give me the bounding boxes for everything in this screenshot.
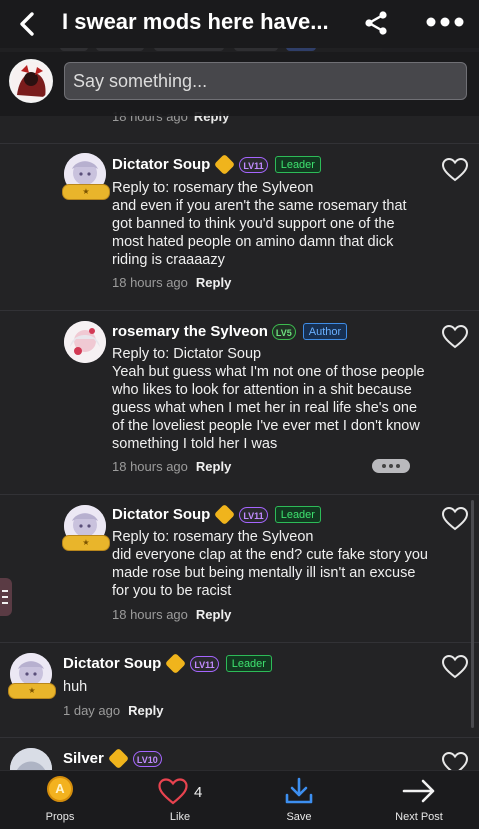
reply-link[interactable]: Reply [196, 607, 231, 622]
heart-icon [158, 778, 188, 805]
verified-badge-icon [214, 503, 236, 526]
username[interactable]: Dictator Soup [112, 156, 210, 173]
heart-outline-icon[interactable] [442, 507, 468, 531]
comment-header: Silver LV10 [63, 747, 162, 770]
level-badge: LV5 [271, 323, 296, 340]
reply-link[interactable]: Reply [196, 275, 231, 290]
page-title: I swear mods here have... [62, 9, 329, 34]
role-tag: Leader [225, 655, 272, 672]
comment-time: 1 day ago [63, 703, 121, 718]
comment-meta: 1 day ago Reply [63, 703, 164, 718]
dot-icon [382, 464, 386, 468]
reply-to-label: Reply to: Dictator Soup [112, 346, 262, 362]
heart-outline-icon[interactable] [442, 655, 468, 679]
comment-text: Yeah but guess what I'm not one of those… [112, 364, 425, 452]
comment-item: rosemary the Sylveon LV5 Author Reply to… [0, 310, 479, 494]
reply-to-label: Reply to: rosemary the Sylveon [112, 180, 314, 196]
comment-item: ★ Dictator Soup LV11 Leader huh 1 day ag… [0, 642, 479, 737]
avatar[interactable] [10, 748, 52, 771]
menu-line-icon [2, 602, 8, 604]
menu-line-icon [2, 596, 8, 598]
level-badge: LV11 [190, 655, 219, 672]
comment-text: huh [63, 679, 88, 695]
current-user-avatar[interactable] [9, 59, 53, 103]
reply-to-label: Reply to: rosemary the Sylveon [112, 529, 314, 545]
comment-time: 18 hours ago [112, 459, 188, 474]
verified-badge-icon [214, 153, 236, 176]
more-options-button[interactable] [372, 459, 410, 473]
comment-meta: 18 hours ago Reply [112, 607, 231, 622]
comment-text: and even if you aren't the same rosemary… [112, 198, 407, 268]
level-badge: LV11 [239, 156, 268, 173]
arrow-right-icon [402, 779, 435, 803]
avatar-frame-ribbon: ★ [62, 535, 110, 551]
username[interactable]: Dictator Soup [63, 655, 161, 672]
props-coin-icon: A [47, 776, 73, 802]
heart-outline-icon[interactable] [442, 158, 468, 182]
next-post-button[interactable]: Next Post [369, 771, 469, 829]
comment-meta: 18 hours ago Reply [112, 275, 231, 290]
avatar-frame-ribbon: ★ [8, 683, 56, 699]
reply-link[interactable]: Reply [196, 459, 231, 474]
role-tag: Leader [274, 506, 321, 523]
comment-meta: 18 hours ago Reply [112, 459, 231, 474]
dot-icon [396, 464, 400, 468]
save-label: Save [286, 811, 312, 823]
comment-header: Dictator Soup LV11 Leader [112, 153, 321, 176]
scrollbar[interactable] [471, 500, 474, 728]
avatar[interactable] [64, 321, 106, 363]
save-button[interactable]: Save [249, 771, 349, 829]
chevron-left-icon[interactable] [14, 10, 42, 38]
username[interactable]: Dictator Soup [112, 506, 210, 523]
reply-link[interactable]: Reply [128, 703, 163, 718]
comment-text: did everyone clap at the end? cute fake … [112, 547, 428, 599]
level-badge: LV11 [239, 506, 268, 523]
comment-header: rosemary the Sylveon LV5 Author [112, 323, 348, 340]
heart-outline-icon[interactable] [442, 752, 468, 771]
verified-badge-icon [165, 652, 187, 675]
comment-body: Reply to: Dictator Soup Yeah but guess w… [112, 345, 428, 453]
next-post-label: Next Post [395, 811, 443, 823]
share-icon[interactable] [363, 10, 389, 36]
avatar-frame-ribbon: ★ [62, 184, 110, 200]
props-button[interactable]: A Props [10, 771, 110, 829]
comment-body: Reply to: rosemary the Sylveon did every… [112, 528, 428, 600]
role-tag: Author [302, 323, 348, 340]
level-badge: LV10 [132, 750, 162, 767]
comment-composer [0, 52, 479, 116]
username[interactable]: rosemary the Sylveon [112, 323, 268, 340]
comment-header: Dictator Soup LV11 Leader [112, 503, 321, 526]
dot-icon [389, 464, 393, 468]
comment-item: ★ Dictator Soup LV11 Leader Reply to: ro… [0, 494, 479, 642]
bottom-action-bar: A Props 4 Like Save Next Post [0, 770, 479, 829]
like-label: Like [169, 811, 191, 823]
comment-time: 18 hours ago [112, 607, 188, 622]
avatar-art-icon [11, 61, 51, 101]
menu-line-icon [2, 590, 8, 592]
anime-avatar-icon [64, 321, 106, 363]
comment-item: ★ Dictator Soup LV11 Leader Reply to: ro… [0, 143, 479, 310]
download-icon [285, 777, 313, 804]
like-button[interactable]: 4 Like [130, 771, 230, 829]
comment-item: Silver LV10 [0, 737, 479, 771]
comment-input[interactable] [64, 62, 467, 100]
more-horizontal-icon[interactable] [426, 16, 464, 28]
role-tag: Leader [274, 156, 321, 173]
top-app-bar: I swear mods here have... [0, 0, 479, 48]
comment-time: 18 hours ago [112, 275, 188, 290]
username[interactable]: Silver [63, 750, 104, 767]
anime-avatar-icon [10, 748, 52, 771]
like-count: 4 [194, 784, 203, 801]
side-menu-handle[interactable] [0, 578, 12, 616]
verified-badge-icon [107, 747, 129, 770]
heart-outline-icon[interactable] [442, 325, 468, 349]
props-label: Props [45, 811, 75, 823]
comment-header: Dictator Soup LV11 Leader [63, 652, 272, 675]
comment-body: Reply to: rosemary the Sylveon and even … [112, 179, 428, 269]
